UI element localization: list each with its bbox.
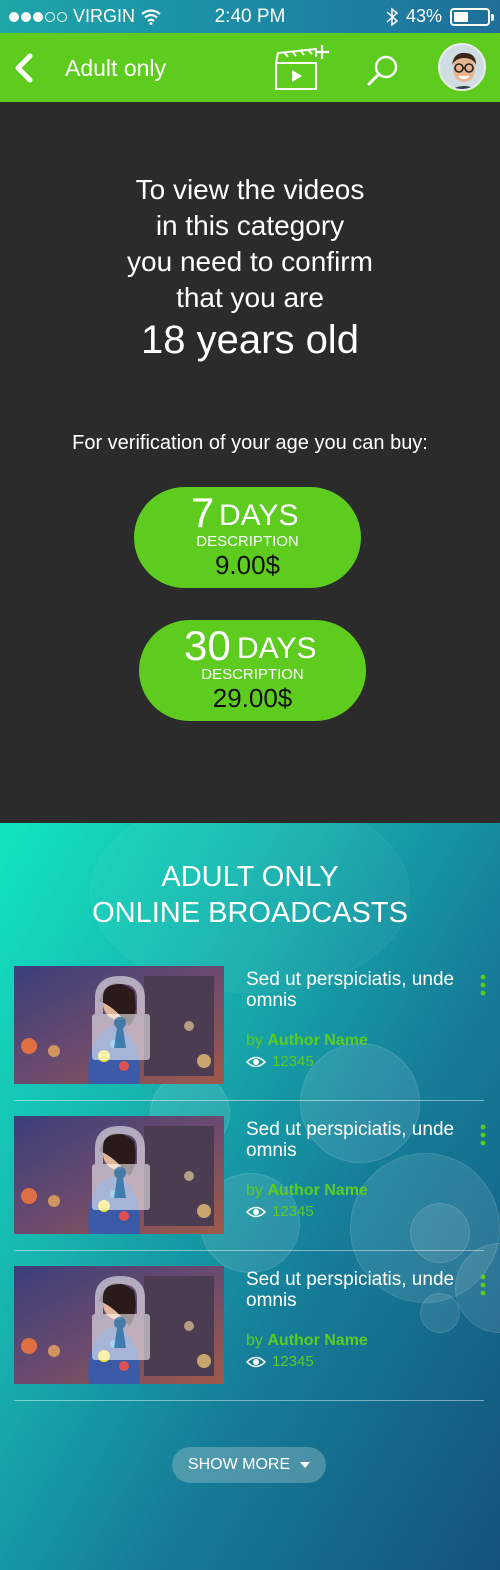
- view-count-value: 12345: [272, 1353, 314, 1370]
- required-age: 18 years old: [141, 318, 359, 362]
- view-count-value: 12345: [272, 1203, 314, 1220]
- list-item[interactable]: Sed ut perspiciatis, unde omnis by Autho…: [14, 966, 486, 1116]
- age-verification-panel: To view the videos in this category you …: [0, 102, 500, 823]
- eye-icon: [246, 1056, 266, 1067]
- video-title[interactable]: Sed ut perspiciatis, unde omnis: [246, 1269, 466, 1311]
- status-right: 43%: [386, 6, 494, 27]
- bluetooth-icon: [386, 6, 398, 27]
- avatar[interactable]: [438, 43, 486, 91]
- age-message: To view the videos in this category you …: [0, 172, 500, 316]
- more-options-icon[interactable]: [480, 1274, 486, 1296]
- video-author[interactable]: by Author Name: [246, 1032, 368, 1050]
- plan-number: 7: [191, 489, 215, 536]
- author-prefix: by: [246, 1182, 263, 1199]
- show-more-button[interactable]: SHOW MORE: [172, 1447, 326, 1483]
- list-item[interactable]: Sed ut perspiciatis, unde omnis by Autho…: [14, 1266, 486, 1416]
- view-count-value: 12345: [272, 1053, 314, 1070]
- plan-price: 29.00$: [212, 683, 293, 713]
- video-title[interactable]: Sed ut perspiciatis, unde omnis: [246, 969, 466, 1011]
- section-title-line: ONLINE BROADCASTS: [92, 897, 408, 929]
- view-count: 12345: [246, 1203, 314, 1220]
- section-title: ADULT ONLY ONLINE BROADCASTS: [0, 859, 500, 931]
- locked-video-thumbnail[interactable]: [14, 966, 224, 1084]
- chevron-down-icon: [300, 1462, 311, 1468]
- broadcasts-section: ADULT ONLY ONLINE BROADCASTS Sed ut pers…: [0, 823, 500, 1570]
- plan-7-days-button[interactable]: 7 DAYS DESCRIPTION 9.00$: [134, 487, 361, 588]
- plan-price: 9.00$: [214, 550, 281, 580]
- locked-video-thumbnail[interactable]: [14, 1266, 224, 1384]
- plan-description: DESCRIPTION: [201, 666, 304, 683]
- plan-30-days-button[interactable]: 30 DAYS DESCRIPTION 29.00$: [139, 620, 366, 721]
- age-message-line: that you are: [176, 282, 324, 313]
- eye-icon: [246, 1206, 266, 1217]
- plan-unit: DAYS: [219, 499, 299, 532]
- view-count: 12345: [246, 1353, 314, 1370]
- author-name[interactable]: Author Name: [267, 1032, 367, 1049]
- status-bar: VIRGIN 2:40 PM 43%: [0, 0, 500, 33]
- author-prefix: by: [246, 1032, 263, 1049]
- age-message-line: you need to confirm: [127, 246, 373, 277]
- divider: [14, 1250, 484, 1251]
- list-item[interactable]: Sed ut perspiciatis, unde omnis by Autho…: [14, 1116, 486, 1266]
- age-message-line: To view the videos: [135, 174, 365, 205]
- plan-unit: DAYS: [237, 632, 317, 665]
- verify-instructions: For verification of your age you can buy…: [72, 432, 428, 454]
- battery-icon: [450, 7, 494, 26]
- video-author[interactable]: by Author Name: [246, 1182, 368, 1200]
- show-more-label: SHOW MORE: [187, 1456, 291, 1473]
- section-title-line: ADULT ONLY: [161, 861, 339, 893]
- video-title[interactable]: Sed ut perspiciatis, unde omnis: [246, 1119, 466, 1161]
- locked-video-thumbnail[interactable]: [14, 1116, 224, 1234]
- back-icon[interactable]: [10, 51, 38, 85]
- author-name[interactable]: Author Name: [267, 1332, 367, 1349]
- video-author[interactable]: by Author Name: [246, 1332, 368, 1350]
- page-title: Adult only: [65, 55, 167, 81]
- plan-number: 30: [184, 622, 231, 669]
- eye-icon: [246, 1356, 266, 1367]
- author-name[interactable]: Author Name: [267, 1182, 367, 1199]
- search-icon[interactable]: [365, 53, 401, 89]
- divider: [14, 1100, 484, 1101]
- age-message-line: in this category: [155, 210, 345, 241]
- more-options-icon[interactable]: [480, 974, 486, 996]
- add-video-icon[interactable]: [272, 43, 334, 93]
- author-prefix: by: [246, 1332, 263, 1349]
- user-avatar-image: [440, 45, 484, 89]
- divider: [14, 1400, 484, 1401]
- app-bar: Adult only: [0, 33, 500, 102]
- battery-percent: 43%: [405, 6, 442, 26]
- view-count: 12345: [246, 1053, 314, 1070]
- plan-description: DESCRIPTION: [196, 533, 299, 550]
- more-options-icon[interactable]: [480, 1124, 486, 1146]
